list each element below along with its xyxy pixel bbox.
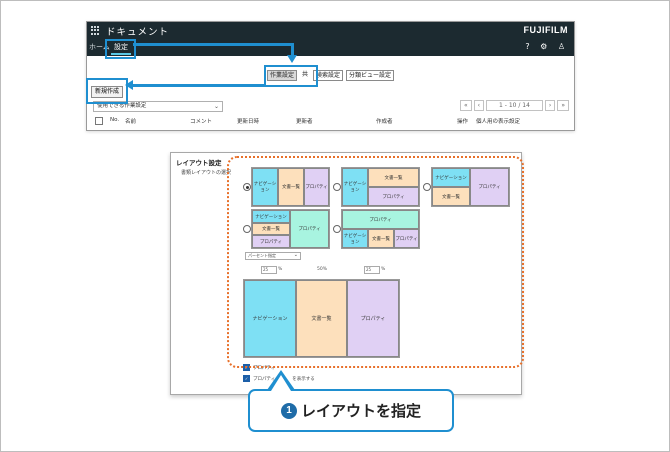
arrow-down-icon	[287, 55, 297, 63]
step-number-badge: 1	[280, 402, 297, 419]
arrow-line-1	[133, 43, 293, 46]
col-created-by: 作成者	[376, 119, 393, 125]
col-comment: コメント	[190, 119, 213, 125]
pager: « ‹ 1 - 10 / 14 › »	[459, 100, 569, 111]
callout-pointer-inner	[271, 375, 291, 391]
pager-range: 1 - 10 / 14	[486, 100, 543, 111]
header-icons[interactable]: ? ⚙ ♙	[525, 42, 569, 51]
new-button-highlight	[86, 78, 128, 104]
col-no: No.	[110, 117, 120, 123]
layout-area-highlight	[227, 156, 524, 368]
app-title: ドキュメント	[106, 27, 170, 38]
pager-prev[interactable]: ‹	[473, 100, 485, 111]
dialog-subtitle: 書類レイアウトの選択	[181, 170, 232, 176]
app-nav-bar: ホーム 設定 ? ⚙ ♙	[87, 39, 574, 56]
tab-classification-view[interactable]: 分類ビュー設定	[346, 70, 395, 81]
app-header: ドキュメント FUJIFILM	[87, 22, 574, 39]
chevron-down-icon: ⌄	[213, 103, 219, 110]
work-settings-highlight	[264, 65, 318, 87]
col-updated-at: 更新日時	[237, 119, 260, 125]
dialog-title: レイアウト設定	[176, 159, 222, 167]
col-personal-display: 個人用の表示設定	[476, 119, 521, 125]
pager-first[interactable]: «	[459, 100, 472, 111]
settings-highlight	[105, 39, 136, 59]
app-window: ドキュメント FUJIFILM ホーム 設定 ? ⚙ ♙ 作業設定 共 検索設定…	[86, 21, 575, 131]
pager-last[interactable]: »	[557, 100, 569, 111]
table-header: No. 名前 コメント 更新日時 更新者 作成者 操作 個人用の表示設定	[87, 116, 574, 126]
arrow-left-icon	[125, 80, 133, 90]
brand-logo: FUJIFILM	[523, 25, 568, 35]
arrow-line-3	[133, 84, 264, 87]
apps-grid-icon[interactable]	[91, 26, 100, 35]
pager-next[interactable]: ›	[544, 100, 556, 111]
select-all-checkbox[interactable]	[95, 117, 103, 127]
col-actions: 操作	[457, 119, 469, 125]
check-icon[interactable]: ✓	[243, 375, 250, 382]
callout-text: レイアウトを指定	[300, 402, 421, 420]
checkbox-label-2-tail: を表示する	[292, 376, 315, 382]
col-updated-by: 更新者	[296, 119, 313, 125]
col-name: 名前	[125, 119, 137, 125]
callout-box: 1 レイアウトを指定	[248, 389, 454, 432]
